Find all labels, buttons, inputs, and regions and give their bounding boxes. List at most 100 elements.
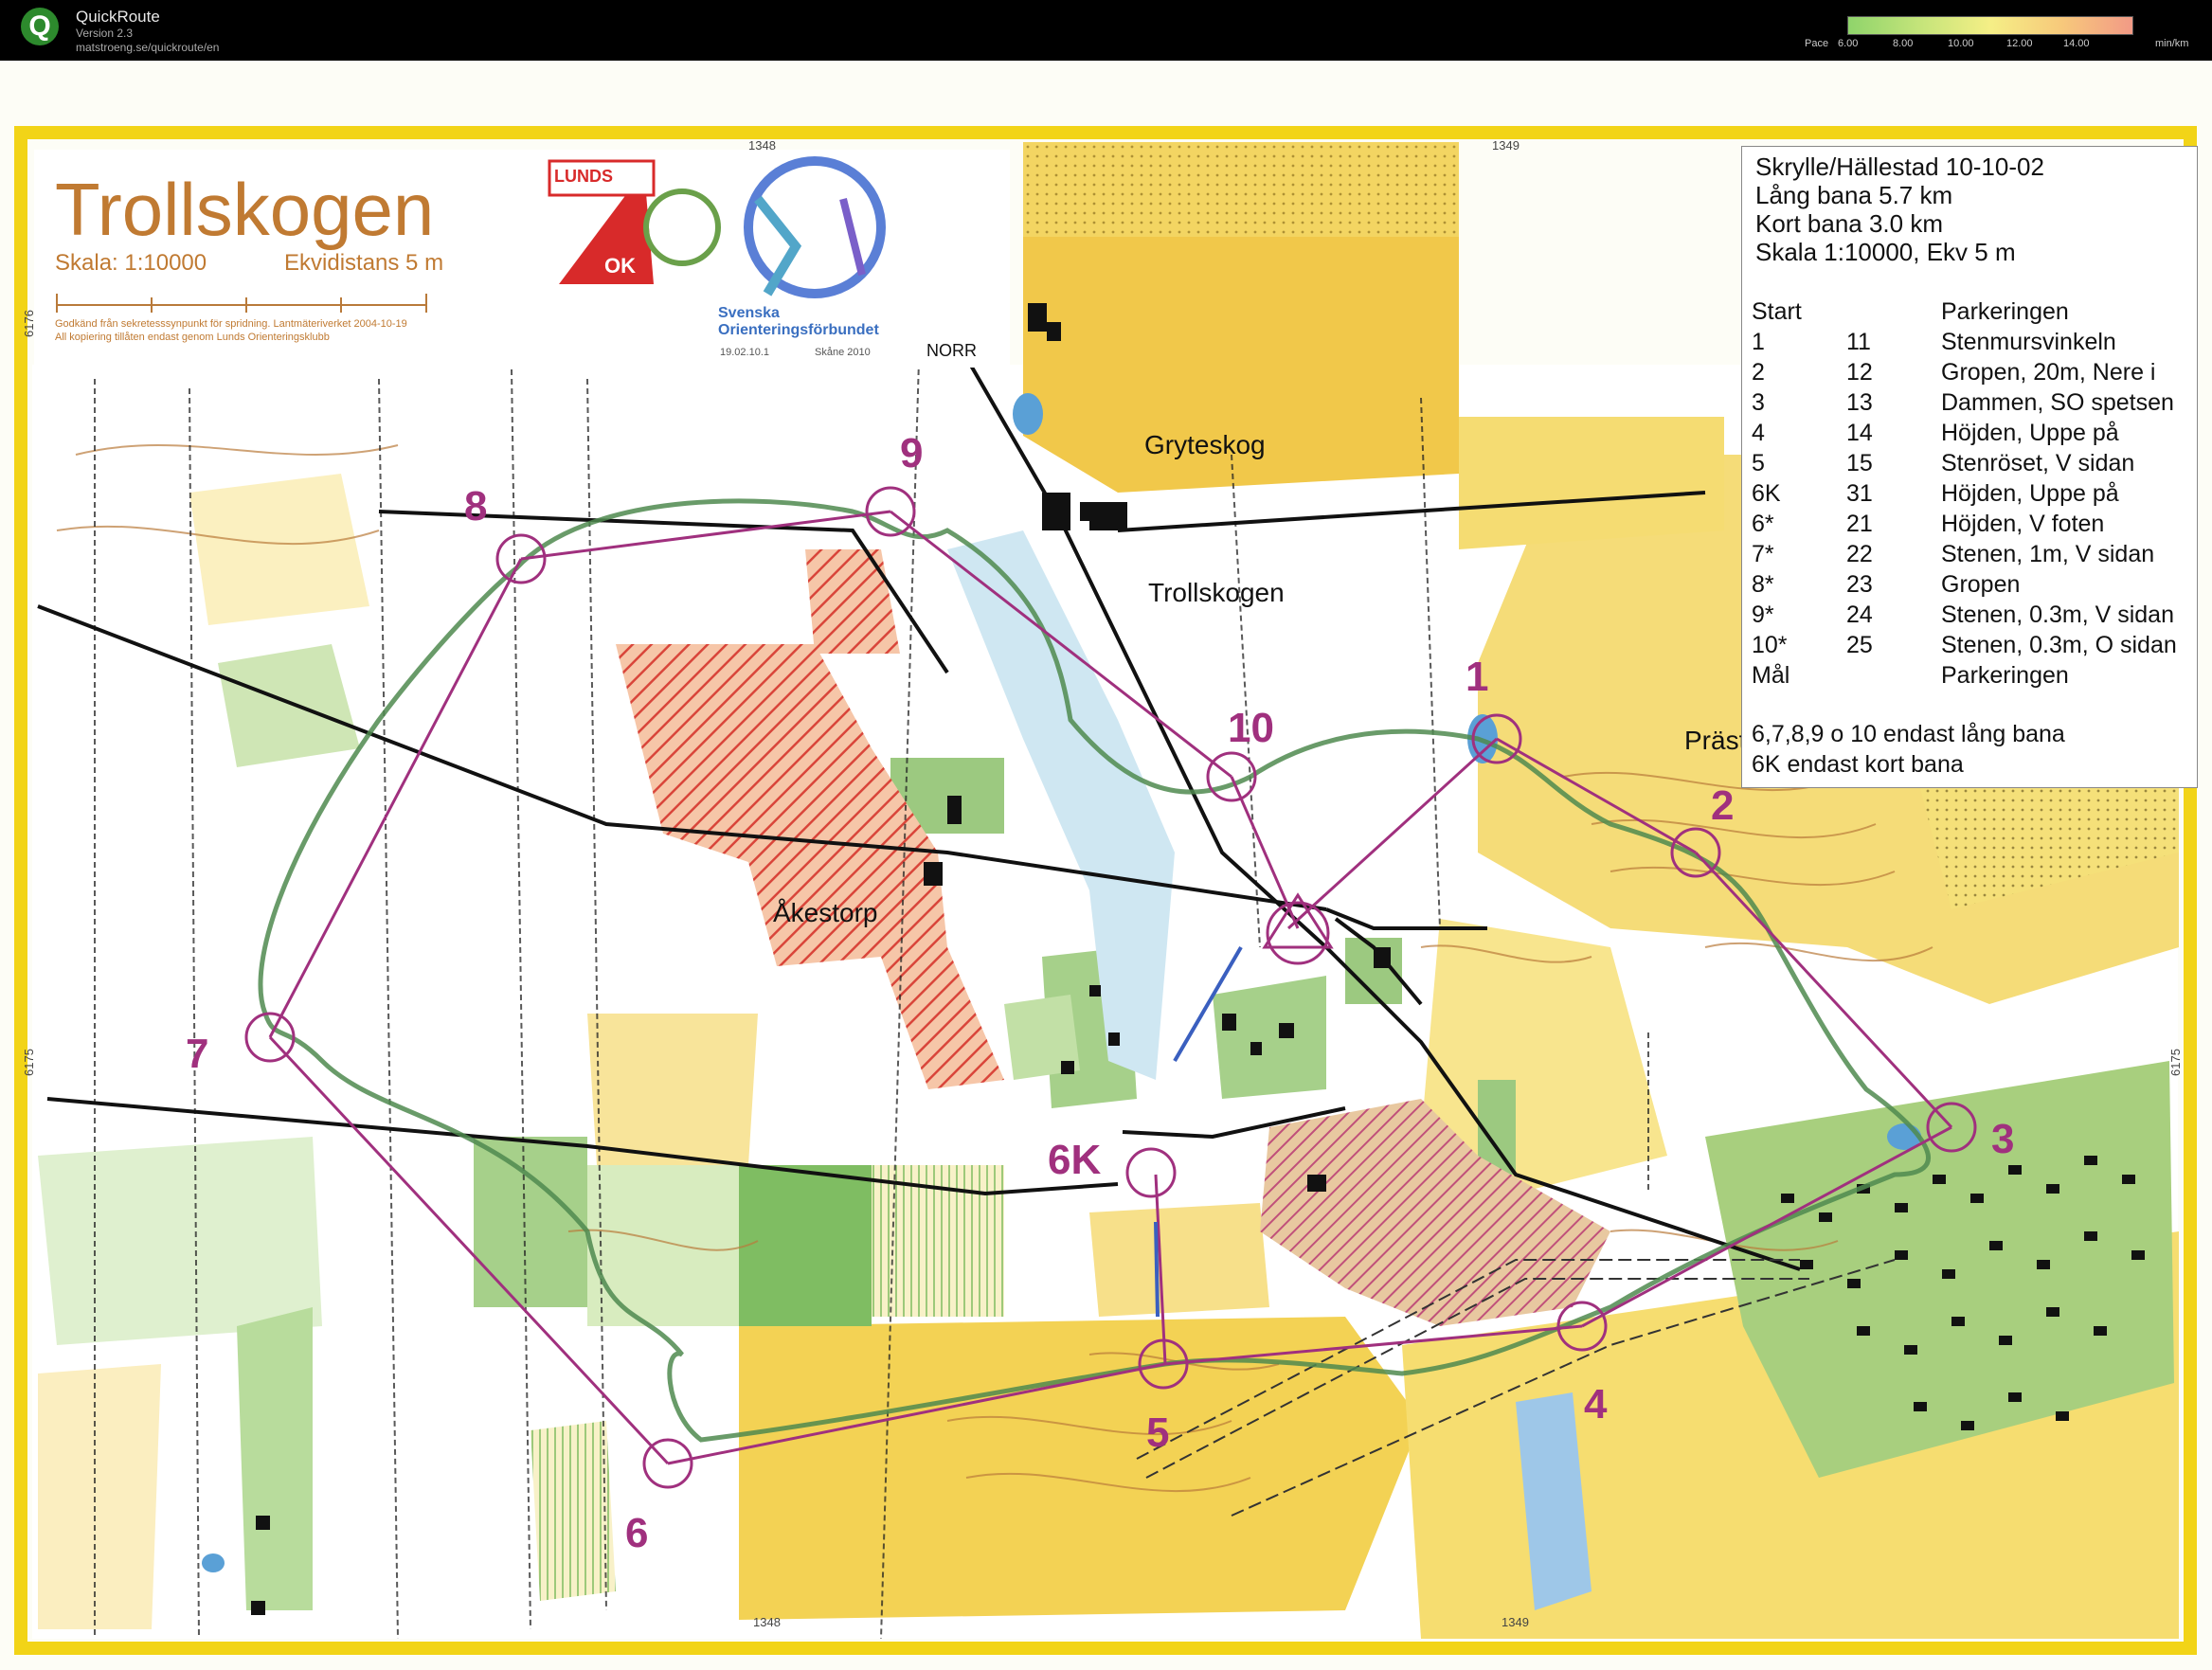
control-number: 8 <box>464 483 488 530</box>
row-desc: Höjden, Uppe på <box>1941 480 2119 507</box>
row-code: 11 <box>1846 329 1871 355</box>
control-row: 4 14 Höjden, Uppe på <box>1752 420 2197 450</box>
orienteering-map[interactable]: Trollskogen Skala: 1:10000 Ekvidistans 5… <box>0 61 2212 1670</box>
scale-info: Skala 1:10000, Ekv 5 m <box>1755 238 2016 266</box>
row-num: 7* <box>1752 541 1774 567</box>
row-code: 12 <box>1846 359 1873 386</box>
north-label: NORR <box>926 341 977 360</box>
pace-tick: 8.00 <box>1893 38 1914 49</box>
grid-label: 1349 <box>1502 1615 1529 1629</box>
start-row: Start Parkeringen <box>1752 298 2197 329</box>
club-name-bottom: OK <box>604 254 636 278</box>
row-num: 4 <box>1752 420 1765 446</box>
pace-tick: 12.00 <box>2006 38 2033 49</box>
control-number: 10 <box>1228 705 1274 751</box>
control-row: 6K 31 Höjden, Uppe på <box>1752 480 2197 511</box>
row-desc: Stenen, 0.3m, V sidan <box>1941 602 2174 628</box>
row-code: 23 <box>1846 571 1873 598</box>
row-code: 24 <box>1846 602 1873 628</box>
row-code: 15 <box>1846 450 1873 476</box>
quickroute-logo-icon: Q <box>21 8 59 45</box>
app-name: QuickRoute <box>76 8 160 26</box>
row-code: 25 <box>1846 632 1873 658</box>
start-label: Start <box>1752 298 1802 325</box>
row-num: 1 <box>1752 329 1765 355</box>
control-row: 8* 23 Gropen <box>1752 571 2197 602</box>
control-number: 6 <box>625 1510 649 1556</box>
row-desc: Dammen, SO spetsen <box>1941 389 2174 416</box>
place-trollskogen: Trollskogen <box>1148 578 1285 607</box>
row-num: 2 <box>1752 359 1765 386</box>
grid-label: 1348 <box>748 138 776 153</box>
row-desc: Höjden, V foten <box>1941 511 2105 537</box>
row-desc: Höjden, Uppe på <box>1941 420 2119 446</box>
row-num: 10* <box>1752 632 1788 658</box>
map-scale: Skala: 1:10000 <box>55 250 207 276</box>
pace-tick: 10.00 <box>1948 38 1974 49</box>
copy-note: All kopiering tillåten endast genom Lund… <box>55 332 330 343</box>
control-number: 9 <box>900 430 924 476</box>
pace-tick: 14.00 <box>2063 38 2090 49</box>
control-number: 1 <box>1466 654 1489 700</box>
row-desc: Gropen <box>1941 571 2021 598</box>
permit-number: 19.02.10.1 <box>720 347 769 358</box>
grid-label: 6175 <box>2167 1049 2183 1076</box>
row-desc: Stenmursvinkeln <box>1941 329 2116 355</box>
control-number: 6K <box>1048 1137 1102 1183</box>
grid-label: 6175 <box>21 1049 36 1076</box>
app-titlebar: Q QuickRoute Version 2.3 matstroeng.se/q… <box>0 0 2212 61</box>
grid-label: 1348 <box>753 1615 781 1629</box>
control-row: 9* 24 Stenen, 0.3m, V sidan <box>1752 602 2197 632</box>
control-descriptions: Skrylle/Hällestad 10-10-02 Lång bana 5.7… <box>1741 146 2198 788</box>
control-row: 10* 25 Stenen, 0.3m, O sidan <box>1752 632 2197 662</box>
long-course-note: 6,7,8,9 o 10 endast lång bana <box>1752 721 2065 747</box>
control-row: 5 15 Stenröset, V sidan <box>1752 450 2197 480</box>
map-equidistance: Ekvidistans 5 m <box>284 250 444 276</box>
row-code: 21 <box>1846 511 1873 537</box>
row-desc: Stenen, 0.3m, O sidan <box>1941 632 2177 658</box>
control-number: 7 <box>186 1031 209 1077</box>
control-row: 1 11 Stenmursvinkeln <box>1752 329 2197 359</box>
row-desc: Stenen, 1m, V sidan <box>1941 541 2155 567</box>
pace-unit: min/km <box>2155 38 2189 49</box>
control-number: 4 <box>1584 1381 1608 1428</box>
row-num: 6K <box>1752 480 1781 507</box>
federation-name: Svenska Orienteringsförbundet <box>718 305 879 338</box>
row-code: 13 <box>1846 389 1873 416</box>
control-row: 7* 22 Stenen, 1m, V sidan <box>1752 541 2197 571</box>
control-row: 2 12 Gropen, 20m, Nere i <box>1752 359 2197 389</box>
app-url[interactable]: matstroeng.se/quickroute/en <box>76 41 219 54</box>
pace-color-scale <box>1847 16 2133 35</box>
map-title: Trollskogen <box>55 168 435 251</box>
long-course: Lång bana 5.7 km <box>1755 181 1953 209</box>
short-course: Kort bana 3.0 km <box>1755 209 1943 238</box>
row-code: 31 <box>1846 480 1873 507</box>
place-akestorp: Åkestorp <box>773 898 878 927</box>
control-number: 5 <box>1146 1410 1170 1456</box>
start-desc: Parkeringen <box>1941 298 2069 325</box>
row-num: 3 <box>1752 389 1765 416</box>
row-num: 6* <box>1752 511 1774 537</box>
control-number: 2 <box>1711 782 1735 829</box>
pace-label: Pace <box>1805 38 1829 49</box>
permit-region: Skåne 2010 <box>815 347 871 358</box>
app-version: Version 2.3 <box>76 27 134 40</box>
row-num: 9* <box>1752 602 1774 628</box>
row-num: 5 <box>1752 450 1765 476</box>
control-row: 6* 21 Höjden, V foten <box>1752 511 2197 541</box>
pace-tick: 6.00 <box>1838 38 1859 49</box>
event-title: Skrylle/Hällestad 10-10-02 <box>1755 153 2044 181</box>
control-row: 3 13 Dammen, SO spetsen <box>1752 389 2197 420</box>
club-name-top: LUNDS <box>554 167 613 186</box>
finish-desc: Parkeringen <box>1941 662 2069 689</box>
permit-note: Godkänd från sekretesssynpunkt för sprid… <box>55 318 407 330</box>
finish-label: Mål <box>1752 662 1790 689</box>
short-course-note: 6K endast kort bana <box>1752 751 1964 778</box>
row-code: 22 <box>1846 541 1873 567</box>
control-number: 3 <box>1991 1116 2015 1162</box>
row-desc: Stenröset, V sidan <box>1941 450 2135 476</box>
finish-row: Mål Parkeringen <box>1752 662 2197 692</box>
grid-label: 6176 <box>21 310 36 337</box>
grid-label: 1349 <box>1492 138 1520 153</box>
row-num: 8* <box>1752 571 1774 598</box>
